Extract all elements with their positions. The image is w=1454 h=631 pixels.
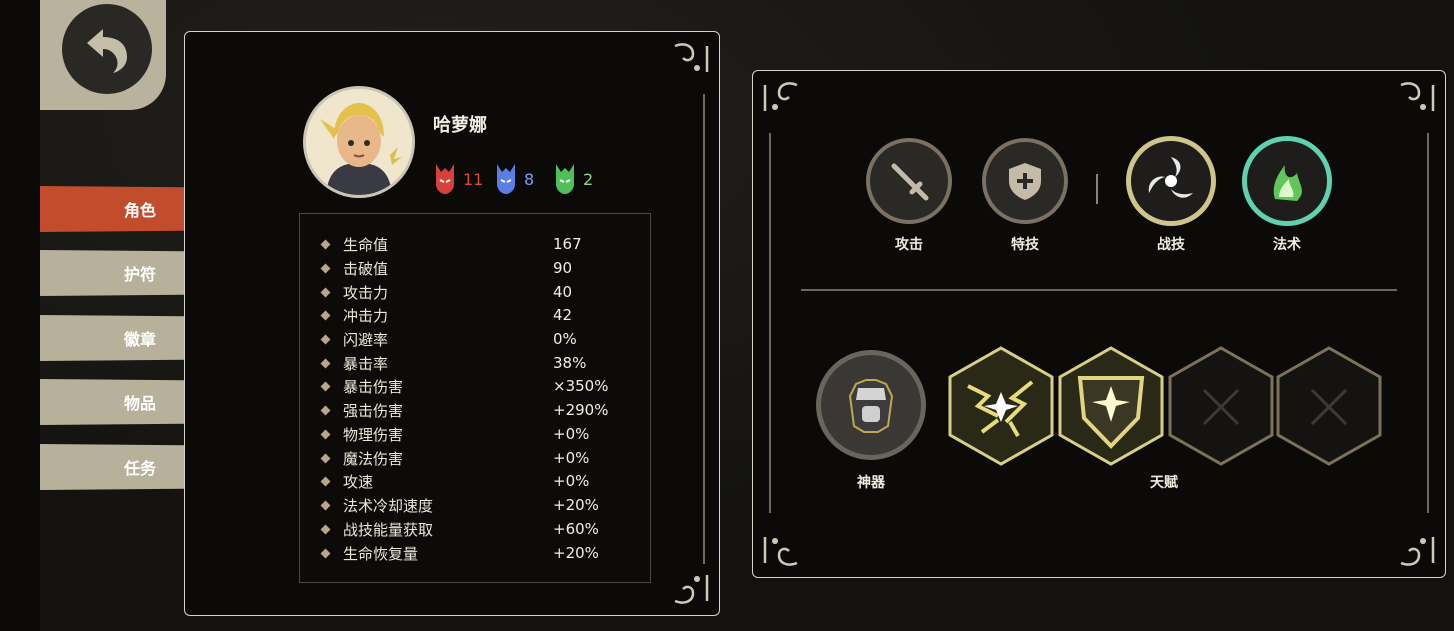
- stat-row: 物理伤害 +0%: [320, 422, 642, 446]
- stats-box: 生命值 167 击破值 90 攻击力 40 冲击力 42 闪避率 0% 暴击率 38% 暴击…: [299, 213, 651, 583]
- stat-row: 生命恢复量 +20%: [320, 541, 642, 565]
- skill-special[interactable]: [982, 138, 1068, 224]
- talent-slot-3[interactable]: [1168, 346, 1274, 466]
- resource-red: 11: [433, 162, 483, 196]
- skill-separator: [1096, 174, 1098, 204]
- stat-row: 击破值 90: [320, 256, 642, 280]
- talent-slot-1[interactable]: [948, 346, 1054, 466]
- back-arrow-icon: [62, 4, 152, 94]
- sword-icon: [891, 163, 929, 201]
- stat-row: 法术冷却速度 +20%: [320, 493, 642, 517]
- corner-ornament-icon: [763, 537, 798, 566]
- stat-row: 攻速 +0%: [320, 469, 642, 493]
- skills-panel: [752, 70, 1446, 578]
- back-button[interactable]: [40, 0, 166, 110]
- panel-border-line: [703, 94, 705, 564]
- left-edge: [0, 0, 40, 631]
- corner-ornament-icon: [674, 43, 709, 72]
- corner-ornament-icon: [1400, 537, 1435, 566]
- artifact-label: 神器: [857, 475, 885, 491]
- green-flame-icon: [1273, 165, 1302, 201]
- stat-row: 生命值 167: [320, 232, 642, 256]
- skill-label: 战技: [1157, 237, 1185, 253]
- skill-label: 特技: [1011, 237, 1039, 253]
- green-mask-icon: [556, 164, 574, 194]
- stat-row: 暴击率 38%: [320, 351, 642, 375]
- corner-ornament-icon: [763, 82, 798, 111]
- character-name: 哈萝娜: [433, 115, 487, 136]
- resource-value: 2: [583, 169, 594, 189]
- panel-border-line: [769, 133, 771, 513]
- stat-row: 战技能量获取 +60%: [320, 517, 642, 541]
- stat-row: 暴击伤害 ×350%: [320, 374, 642, 398]
- skill-label: 攻击: [895, 237, 923, 253]
- character-avatar[interactable]: [303, 86, 415, 198]
- stat-row: 闪避率 0%: [320, 327, 642, 351]
- resource-green: 2: [553, 162, 593, 196]
- shield-plus-icon: [1009, 163, 1041, 200]
- talent-label: 天赋: [1150, 475, 1178, 491]
- armor-artifact-icon: [848, 379, 894, 433]
- corner-ornament-icon: [1400, 82, 1435, 111]
- skill-combat[interactable]: [1126, 136, 1216, 226]
- corner-ornament-icon: [674, 575, 709, 604]
- section-divider: [801, 289, 1397, 291]
- resource-value: 8: [524, 169, 535, 189]
- stat-row: 强击伤害 +290%: [320, 398, 642, 422]
- skill-label: 法术: [1273, 237, 1301, 253]
- resource-blue: 8: [494, 162, 534, 196]
- red-mask-icon: [436, 164, 454, 194]
- talent-slot-4[interactable]: [1276, 346, 1382, 466]
- tri-swirl-icon: [1148, 157, 1193, 198]
- stat-row: 攻击力 40: [320, 280, 642, 304]
- panel-border-line: [1427, 133, 1429, 513]
- stat-row: 魔法伤害 +0%: [320, 446, 642, 470]
- talent-slot-2[interactable]: [1058, 346, 1164, 466]
- resource-value: 11: [463, 169, 484, 189]
- stat-row: 冲击力 42: [320, 303, 642, 327]
- skill-attack[interactable]: [866, 138, 952, 224]
- artifact-slot[interactable]: [816, 350, 926, 460]
- skill-spell[interactable]: [1242, 136, 1332, 226]
- blue-mask-icon: [497, 164, 515, 194]
